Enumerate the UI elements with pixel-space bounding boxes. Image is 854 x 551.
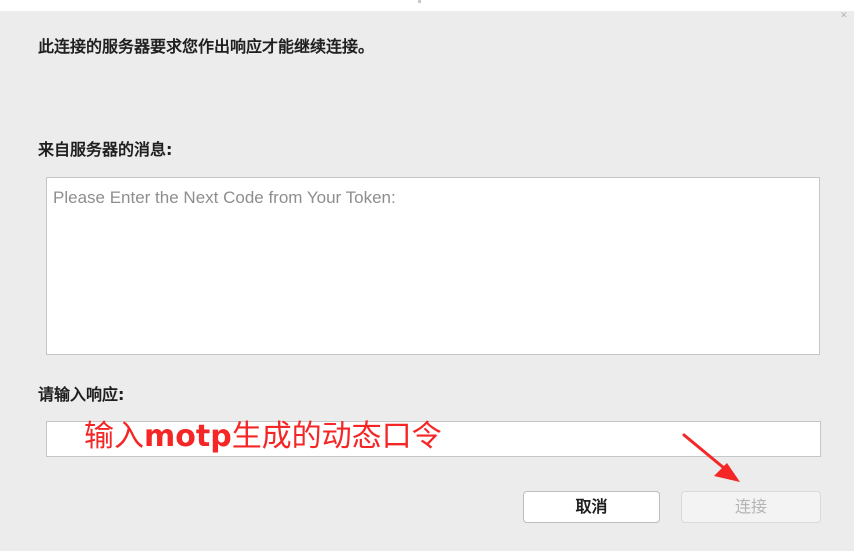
annotation-text-before: 输入	[84, 419, 144, 454]
cancel-button[interactable]: 取消	[523, 491, 660, 523]
server-message-label: 来自服务器的消息:	[38, 140, 173, 159]
server-message-box: Please Enter the Next Code from Your Tok…	[46, 177, 820, 355]
annotation-text-bold: motp	[144, 419, 232, 454]
annotation-text: 输入motp生成的动态口令	[84, 417, 442, 457]
close-icon[interactable]: ✕	[840, 12, 848, 21]
response-label: 请输入响应:	[38, 385, 125, 404]
server-message-text: Please Enter the Next Code from Your Tok…	[53, 188, 396, 207]
arrow-annotation-icon	[682, 433, 740, 482]
connect-button[interactable]: 连接	[681, 491, 821, 523]
challenge-response-dialog: ✕ 此连接的服务器要求您作出响应才能继续连接。 来自服务器的消息: Please…	[0, 0, 854, 551]
title-strip-mark	[418, 0, 421, 3]
annotation-text-after: 生成的动态口令	[231, 419, 442, 454]
dialog-prompt: 此连接的服务器要求您作出响应才能继续连接。	[38, 37, 375, 56]
title-strip	[0, 0, 854, 11]
